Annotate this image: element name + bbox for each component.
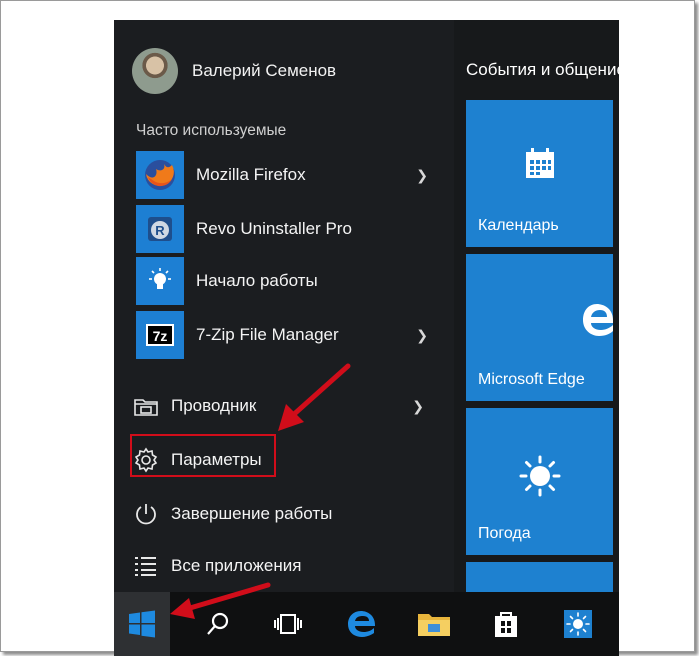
store-icon xyxy=(495,612,517,637)
tile-group-title: События и общение xyxy=(466,60,619,79)
windows-start-icon xyxy=(129,610,155,638)
file-explorer-icon xyxy=(132,392,160,420)
file-explorer-icon xyxy=(418,614,450,636)
user-name: Валерий Семенов xyxy=(192,61,337,80)
taskbar xyxy=(114,592,619,656)
user-account[interactable]: Валерий Семенов xyxy=(132,48,336,94)
weather-icon xyxy=(564,610,592,638)
svg-text:R: R xyxy=(155,223,165,238)
start-menu: Валерий Семенов Часто используемые Mozil… xyxy=(114,20,619,656)
edge-icon xyxy=(466,302,613,338)
system-item-label: Все приложения xyxy=(171,556,302,575)
system-item-explorer[interactable]: Проводник ❯ xyxy=(132,386,452,426)
chevron-right-icon[interactable]: ❯ xyxy=(412,386,424,426)
system-item-label: Завершение работы xyxy=(171,504,333,523)
start-menu-left-pane: Валерий Семенов Часто используемые Mozil… xyxy=(114,20,454,592)
most-used-heading: Часто используемые xyxy=(136,122,287,139)
app-label: 7-Zip File Manager xyxy=(196,325,339,344)
app-label: Mozilla Firefox xyxy=(196,165,306,184)
app-item-firefox[interactable]: Mozilla Firefox ❯ xyxy=(136,150,454,200)
system-item-power[interactable]: Завершение работы xyxy=(132,494,452,534)
edge-icon xyxy=(348,611,375,637)
taskbar-edge[interactable] xyxy=(334,592,390,656)
tile-calendar[interactable]: Календарь xyxy=(466,100,613,247)
app-item-get-started[interactable]: Начало работы xyxy=(136,256,454,306)
app-item-7zip[interactable]: 7z 7-Zip File Manager ❯ xyxy=(136,310,454,360)
svg-text:7z: 7z xyxy=(153,328,168,344)
search-icon xyxy=(207,612,229,635)
taskbar-weather[interactable] xyxy=(550,592,606,656)
chevron-right-icon[interactable]: ❯ xyxy=(416,310,428,360)
calendar-icon xyxy=(466,146,613,180)
tile-label: Календарь xyxy=(478,217,559,234)
chevron-right-icon[interactable]: ❯ xyxy=(416,150,428,200)
annotation-highlight-box xyxy=(130,434,276,477)
tile-label: Погода xyxy=(478,525,531,542)
lightbulb-icon xyxy=(136,257,184,305)
system-item-label: Проводник xyxy=(171,396,257,415)
search-button[interactable] xyxy=(190,592,246,656)
taskbar-store[interactable] xyxy=(478,592,534,656)
app-label: Revo Uninstaller Pro xyxy=(196,219,352,238)
power-icon xyxy=(132,500,160,528)
tile-label: Microsoft Edge xyxy=(478,371,585,388)
tile-partial[interactable] xyxy=(466,562,613,592)
app-label: Начало работы xyxy=(196,271,318,290)
tile-microsoft-edge[interactable]: Microsoft Edge xyxy=(466,254,613,401)
start-button[interactable] xyxy=(114,592,170,656)
task-view-button[interactable] xyxy=(260,592,316,656)
firefox-icon xyxy=(136,151,184,199)
tile-weather[interactable]: Погода xyxy=(466,408,613,555)
revo-uninstaller-icon: R xyxy=(136,205,184,253)
7zip-icon: 7z xyxy=(136,311,184,359)
sun-icon xyxy=(466,454,613,498)
app-item-revo-uninstaller[interactable]: R Revo Uninstaller Pro xyxy=(136,204,454,254)
all-apps-list-icon xyxy=(132,552,160,580)
task-view-icon xyxy=(274,614,302,634)
system-item-all-apps[interactable]: Все приложения xyxy=(132,546,452,586)
avatar xyxy=(132,48,178,94)
taskbar-file-explorer[interactable] xyxy=(406,592,462,656)
